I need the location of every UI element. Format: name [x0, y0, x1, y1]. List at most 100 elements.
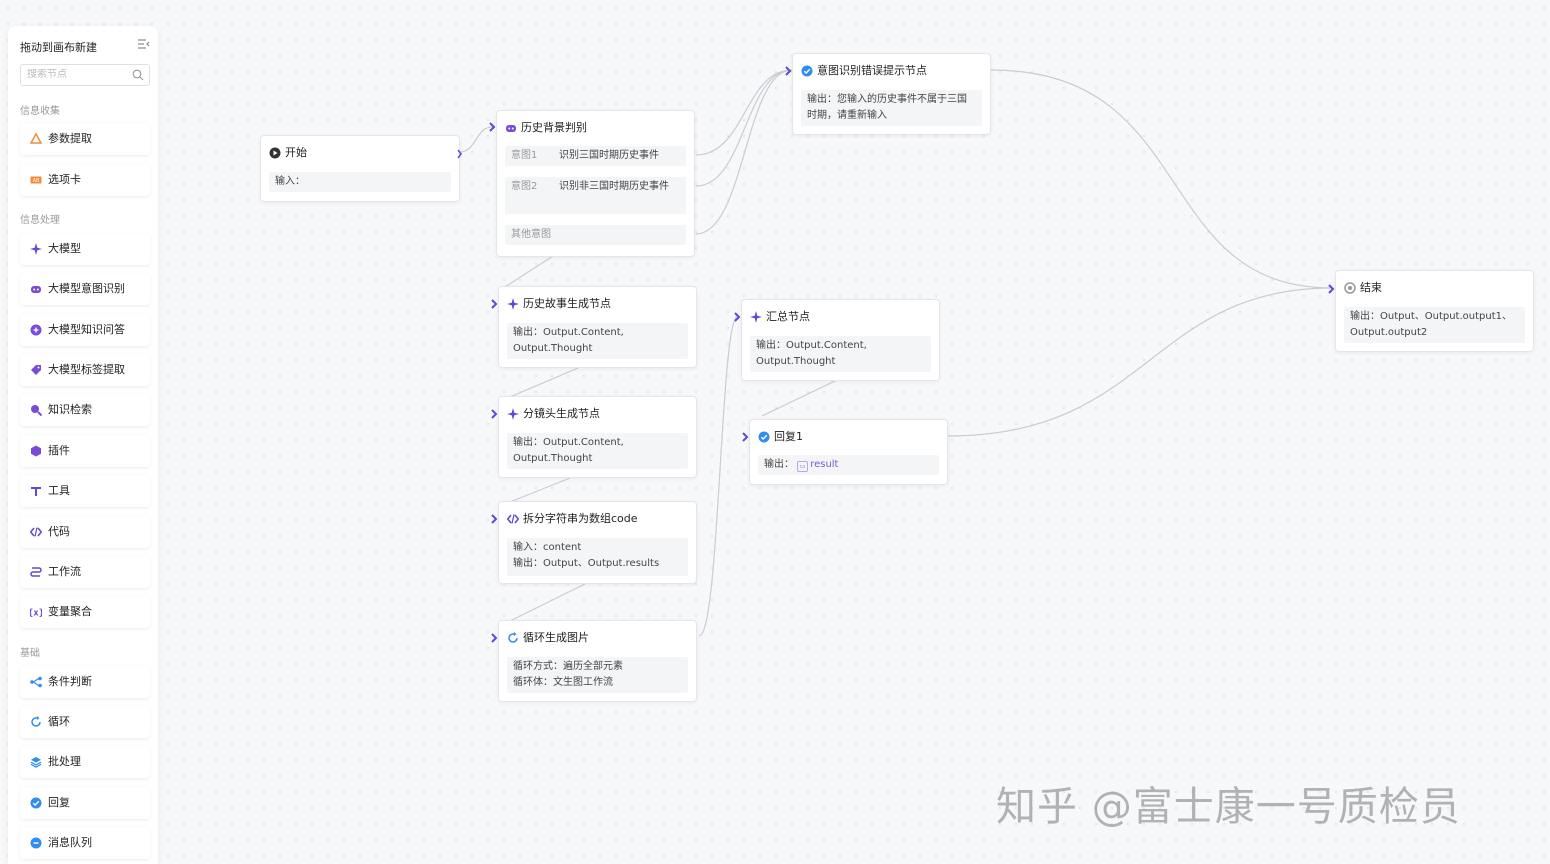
node-title: 回复1 — [774, 430, 803, 443]
workflow-canvas[interactable]: 拖动到画布新建 信息收集 参数提取 AB 选项卡 信息处理 大模型 大模型意图识… — [0, 0, 1550, 864]
palette-item-label: 工具 — [48, 484, 70, 497]
node-input-field: 输入： — [269, 172, 451, 192]
palette-item-batch[interactable]: 批处理 — [20, 746, 150, 778]
palette-item-reply[interactable]: 回复 — [20, 787, 150, 819]
layers-icon — [30, 756, 42, 768]
input-port-icon[interactable] — [742, 432, 750, 442]
node-output-field: 输出： ▭ result — [758, 455, 939, 475]
node-header: 分镜头生成节点 — [507, 407, 600, 421]
node-summary[interactable]: 汇总节点 输出：Output.Content, Output.Thought — [734, 299, 940, 381]
palette-item-label: 回复 — [48, 796, 70, 809]
palette-item-label: 变量聚合 — [48, 605, 92, 618]
output-label: 输出： — [764, 459, 794, 470]
input-port-icon[interactable] — [1328, 284, 1336, 294]
intent-key: 其他意图 — [511, 229, 551, 240]
node-title: 汇总节点 — [766, 310, 810, 323]
palette-item-label: 批处理 — [48, 755, 81, 768]
node-history-intent[interactable]: 历史背景判别 意图1 识别三国时期历史事件 意图2 识别非三国时期历史事件 其他… — [489, 110, 695, 257]
collapse-icon[interactable] — [136, 37, 150, 51]
node-loop-images[interactable]: 循环生成图片 循环方式：遍历全部元素 循环体：文生图工作流 — [491, 620, 697, 702]
node-storyboard[interactable]: 分镜头生成节点 输出：Output.Content, Output.Though… — [491, 396, 697, 478]
input-port-icon[interactable] — [785, 66, 793, 76]
palette-item-label: 参数提取 — [48, 132, 92, 145]
node-io-field: 输入：content 输出：Output、Output.results — [507, 538, 688, 576]
node-reply-1[interactable]: 回复1 输出： ▭ result — [742, 419, 948, 485]
sparkle-icon — [507, 408, 519, 420]
code-icon — [507, 514, 519, 524]
palette-item-label: 插件 — [48, 444, 70, 457]
palette-item-label: 知识检索 — [48, 403, 92, 416]
palette-item-llm[interactable]: 大模型 — [20, 233, 150, 265]
robot-icon — [30, 283, 42, 295]
palette-item-message-queue[interactable]: 消息队列 — [20, 827, 150, 859]
search-box — [20, 64, 150, 86]
palette-item-param-extract[interactable]: 参数提取 — [20, 123, 150, 155]
node-header: 汇总节点 — [750, 310, 810, 324]
palette-item-qa[interactable]: 大模型知识问答 — [20, 314, 150, 346]
palette-item-plugin[interactable]: 插件 — [20, 435, 150, 467]
wire-story-storyboard — [509, 367, 579, 398]
node-header: 回复1 — [758, 430, 803, 444]
node-output-field: 输出：Output、Output.output1、Output.output2 — [1344, 307, 1525, 343]
sparkle-icon — [507, 298, 519, 310]
wire-error-end — [990, 69, 1333, 289]
wire-intent2-error — [695, 69, 793, 187]
palette-item-loop[interactable]: 循环 — [20, 706, 150, 738]
input-port-icon[interactable] — [491, 514, 499, 524]
tool-icon — [30, 485, 42, 497]
palette-item-label: 工作流 — [48, 565, 81, 578]
sparkle-icon — [30, 243, 42, 255]
wire-history-story — [504, 255, 554, 288]
node-input-line: 输入：content — [513, 542, 582, 553]
palette-item-workflow[interactable]: 工作流 — [20, 556, 150, 588]
node-header: 拆分字符串为数组code — [507, 512, 638, 526]
palette-item-variable[interactable]: {x} 变量聚合 — [20, 596, 150, 628]
intent-key: 意图2 — [511, 181, 538, 192]
search-icon[interactable] — [132, 69, 144, 81]
input-port-icon[interactable] — [489, 122, 497, 132]
palette-item-intent[interactable]: 大模型意图识别 — [20, 273, 150, 305]
palette-item-label: 代码 — [48, 525, 70, 538]
wire-intent1-error — [695, 69, 793, 156]
node-split-string-code[interactable]: 拆分字符串为数组code 输入：content 输出：Output、Output… — [491, 501, 697, 584]
palette-item-code[interactable]: 代码 — [20, 516, 150, 548]
loop-icon — [30, 716, 42, 728]
node-title: 历史故事生成节点 — [523, 297, 611, 310]
node-output-field: 输出：Output.Content, Output.Thought — [750, 336, 931, 372]
section-collect: 信息收集 — [20, 106, 60, 117]
input-port-icon[interactable] — [734, 312, 742, 322]
wire-other-error — [695, 69, 793, 235]
wire-reply-end — [947, 287, 1333, 437]
input-port-icon[interactable] — [491, 633, 499, 643]
loop-mode-line: 循环方式：遍历全部元素 — [513, 661, 623, 672]
palette-item-condition[interactable]: 条件判断 — [20, 666, 150, 698]
node-error-tip[interactable]: 意图识别错误提示节点 输出：您输入的历史事件不属于三国时期，请重新输入 — [785, 53, 991, 135]
palette-item-tag[interactable]: 大模型标签提取 — [20, 354, 150, 386]
workflow-icon — [30, 566, 42, 578]
node-end[interactable]: 结束 输出：Output、Output.output1、Output.outpu… — [1328, 270, 1534, 352]
qa-icon — [30, 324, 42, 336]
palette-item-knowledge-search[interactable]: 知识检索 — [20, 394, 150, 426]
intent-row-2: 意图2 识别非三国时期历史事件 — [505, 177, 686, 214]
branch-icon — [30, 676, 42, 688]
node-story-generation[interactable]: 历史故事生成节点 输出：Output.Content, Output.Thoug… — [491, 286, 697, 368]
message-queue-icon — [30, 837, 42, 849]
palette-item-label: 大模型知识问答 — [48, 323, 125, 336]
node-start[interactable]: 开始 输入： — [260, 135, 463, 202]
variable-tag: ▭ result — [797, 457, 838, 473]
node-output-field: 输出：您输入的历史事件不属于三国时期，请重新输入 — [801, 90, 982, 126]
code-icon — [30, 526, 42, 538]
palette-item-label: 大模型 — [48, 242, 81, 255]
node-header: 历史故事生成节点 — [507, 297, 611, 311]
reply-icon — [801, 65, 813, 77]
input-port-icon[interactable] — [491, 409, 499, 419]
node-output-field: 输出：Output.Content, Output.Thought — [507, 323, 688, 359]
output-port-icon[interactable] — [457, 149, 463, 159]
variable-name: result — [810, 459, 839, 470]
search-input[interactable] — [27, 69, 127, 80]
palette-item-option-card[interactable]: AB 选项卡 — [20, 164, 150, 196]
section-process: 信息处理 — [20, 215, 60, 226]
palette-item-tool[interactable]: 工具 — [20, 475, 150, 507]
variable-icon: {x} — [30, 606, 42, 619]
input-port-icon[interactable] — [491, 299, 499, 309]
